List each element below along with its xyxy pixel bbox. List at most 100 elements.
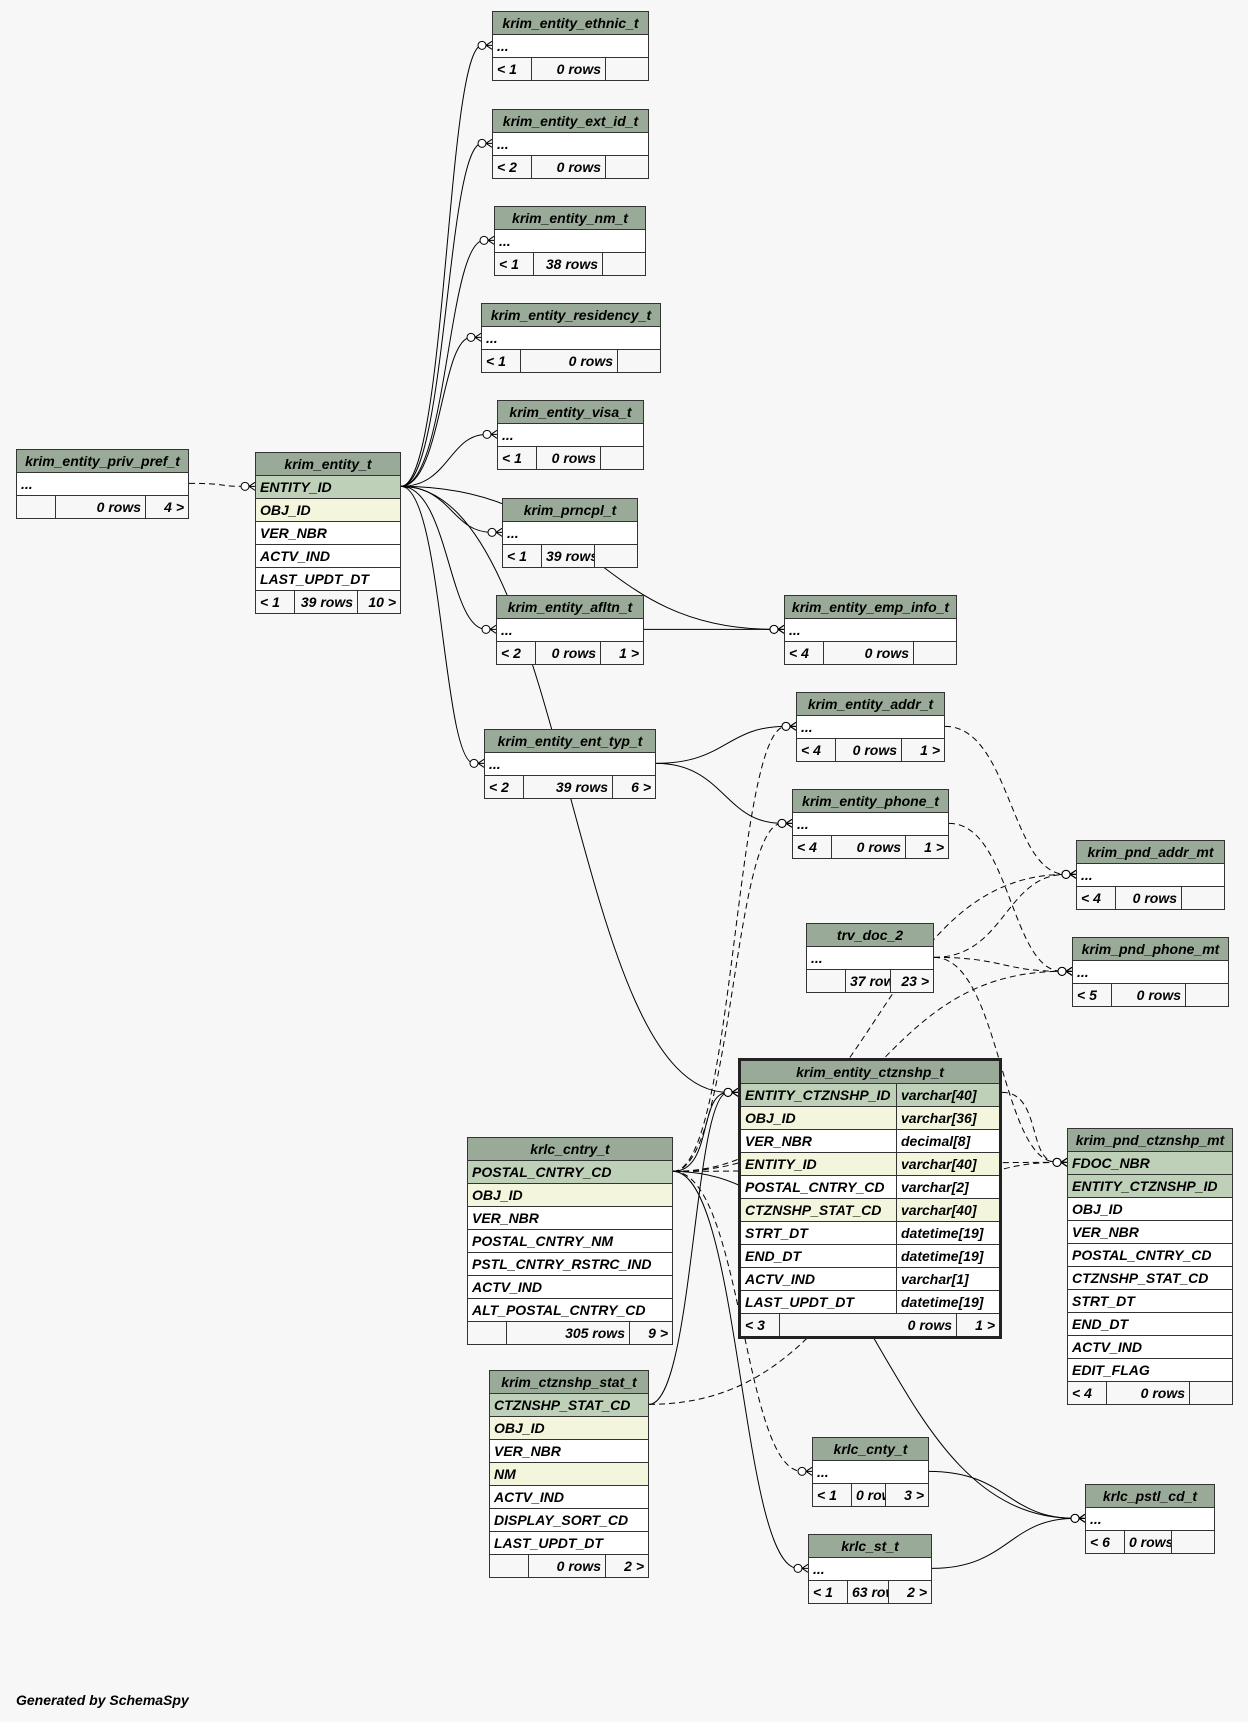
column-row[interactable]: ALT_POSTAL_CNTRY_CD [468, 1299, 672, 1322]
children-count[interactable] [606, 58, 648, 80]
children-count[interactable] [1182, 887, 1224, 909]
column-row[interactable]: ACTV_IND [490, 1486, 648, 1509]
column-row[interactable]: VER_NBR [256, 522, 400, 545]
parents-count[interactable]: < 3 [741, 1314, 780, 1336]
row-count[interactable]: 0 rows [832, 836, 906, 858]
column-row[interactable]: POSTAL_CNTRY_CD [1068, 1244, 1232, 1267]
table-krlc-cntry-t[interactable]: krlc_cntry_t POSTAL_CNTRY_CD OBJ_ID VER_NBR… [467, 1137, 673, 1345]
column-row[interactable]: CTZNSHP_STAT_CD varchar[40] [741, 1199, 999, 1222]
table-name[interactable]: krlc_pstl_cd_t [1086, 1485, 1214, 1508]
parents-count[interactable]: < 4 [797, 739, 836, 761]
children-count[interactable] [618, 350, 660, 372]
table-krim-entity-t[interactable]: krim_entity_t ENTITY_ID OBJ_ID VER_NBR ACTV_… [255, 452, 401, 614]
table-krim-entity-phone-t[interactable]: krim_entity_phone_t... < 40 rows 1 > [792, 789, 949, 859]
table-krim-entity-residency-t[interactable]: krim_entity_residency_t... < 10 rows [481, 303, 661, 373]
table-krlc-cnty-t[interactable]: krlc_cnty_t... < 10 rows3 > [812, 1437, 929, 1507]
children-count[interactable]: 10 > [358, 591, 400, 613]
table-name[interactable]: krim_pnd_phone_mt [1073, 938, 1228, 961]
column-row[interactable]: ACTV_IND [1068, 1336, 1232, 1359]
column-row[interactable]: CTZNSHP_STAT_CD [490, 1394, 648, 1417]
column-row[interactable]: ... [485, 753, 655, 776]
children-count[interactable]: 6 > [613, 776, 655, 798]
parents-count[interactable]: < 4 [1068, 1382, 1107, 1404]
table-name[interactable]: trv_doc_2 [807, 924, 933, 947]
parents-count[interactable]: < 2 [497, 642, 536, 664]
row-count[interactable]: 0 rows [824, 642, 914, 664]
column-row[interactable]: ... [503, 522, 637, 545]
table-krim-entity-emp-info-t[interactable]: krim_entity_emp_info_t... < 40 rows [784, 595, 957, 665]
column-row[interactable]: ... [809, 1558, 931, 1581]
parents-count[interactable] [17, 496, 56, 518]
table-krim-entity-ext-id-t[interactable]: krim_entity_ext_id_t... < 20 rows [492, 109, 649, 179]
children-count[interactable]: 1 > [902, 739, 944, 761]
parents-count[interactable]: < 1 [256, 591, 295, 613]
column-row[interactable]: ... [813, 1461, 928, 1484]
column-row[interactable]: ... [1086, 1508, 1214, 1531]
table-name[interactable]: krlc_cntry_t [468, 1138, 672, 1161]
parents-count[interactable]: < 1 [493, 58, 532, 80]
table-name[interactable]: krim_entity_emp_info_t [785, 596, 956, 619]
column-row[interactable]: DISPLAY_SORT_CD [490, 1509, 648, 1532]
parents-count[interactable]: < 6 [1086, 1531, 1125, 1553]
column-row[interactable]: END_DT datetime[19] [741, 1245, 999, 1268]
row-count[interactable]: 39 rows [524, 776, 613, 798]
column-row[interactable]: FDOC_NBR [1068, 1152, 1232, 1175]
table-krim-ctznshp-stat-t[interactable]: krim_ctznshp_stat_t CTZNSHP_STAT_CD OBJ_ID… [489, 1370, 649, 1578]
row-count[interactable]: 0 rows [536, 642, 601, 664]
column-row[interactable]: STRT_DT [1068, 1290, 1232, 1313]
row-count[interactable]: 0 rows [532, 156, 606, 178]
row-count[interactable]: 0 rows [56, 496, 146, 518]
column-row[interactable]: LAST_UPDT_DT [490, 1532, 648, 1555]
column-row[interactable]: ENTITY_CTZNSHP_ID [1068, 1175, 1232, 1198]
column-row[interactable]: LAST_UPDT_DT [256, 568, 400, 591]
table-name[interactable]: krim_entity_nm_t [495, 207, 645, 230]
row-count[interactable]: 305 rows [507, 1322, 630, 1344]
table-krim-entity-ethnic-t[interactable]: krim_entity_ethnic_t... < 10 rows [492, 11, 649, 81]
table-name[interactable]: krim_entity_ctznshp_t [741, 1061, 999, 1084]
column-row[interactable]: ... [793, 813, 948, 836]
column-row[interactable]: ... [482, 327, 660, 350]
column-row[interactable]: ... [495, 230, 645, 253]
children-count[interactable]: 4 > [146, 496, 188, 518]
column-row[interactable]: POSTAL_CNTRY_CD [468, 1161, 672, 1184]
table-krim-pnd-addr-mt[interactable]: krim_pnd_addr_mt... < 40 rows [1076, 840, 1225, 910]
children-count[interactable]: 1 > [906, 836, 948, 858]
children-count[interactable] [595, 545, 637, 567]
column-row[interactable]: STRT_DT datetime[19] [741, 1222, 999, 1245]
column-row[interactable]: OBJ_ID [468, 1184, 672, 1207]
children-count[interactable] [914, 642, 956, 664]
column-row[interactable]: ACTV_IND [468, 1276, 672, 1299]
row-count[interactable]: 0 rows [1107, 1382, 1190, 1404]
column-row[interactable]: ... [17, 473, 188, 496]
children-count[interactable] [606, 156, 648, 178]
children-count[interactable]: 23 > [891, 970, 933, 992]
column-row[interactable]: OBJ_ID [490, 1417, 648, 1440]
column-row[interactable]: POSTAL_CNTRY_CD varchar[2] [741, 1176, 999, 1199]
table-krim-entity-ent-typ-t[interactable]: krim_entity_ent_typ_t... < 2 39 rows 6 > [484, 729, 656, 799]
row-count[interactable]: 37 rows [846, 970, 891, 992]
children-count[interactable]: 9 > [630, 1322, 672, 1344]
column-row[interactable]: LAST_UPDT_DT datetime[19] [741, 1291, 999, 1314]
table-name[interactable]: krim_pnd_addr_mt [1077, 841, 1224, 864]
column-row[interactable]: ... [1073, 961, 1228, 984]
row-count[interactable]: 0 rows [532, 58, 606, 80]
column-row[interactable]: VER_NBR [490, 1440, 648, 1463]
row-count[interactable]: 39 rows [295, 591, 358, 613]
children-count[interactable]: 2 > [606, 1555, 648, 1577]
children-count[interactable]: 3 > [886, 1484, 928, 1506]
column-row[interactable]: ... [493, 35, 648, 58]
children-count[interactable] [1186, 984, 1228, 1006]
row-count[interactable]: 0 rows [1125, 1531, 1172, 1553]
column-row[interactable]: ... [807, 947, 933, 970]
children-count[interactable]: 2 > [889, 1581, 931, 1603]
row-count[interactable]: 38 rows [534, 253, 603, 275]
table-name[interactable]: krim_pnd_ctznshp_mt [1068, 1129, 1232, 1152]
table-krim-pnd-phone-mt[interactable]: krim_pnd_phone_mt... < 50 rows [1072, 937, 1229, 1007]
parents-count[interactable]: < 1 [482, 350, 521, 372]
column-row[interactable]: ACTV_IND [256, 545, 400, 568]
table-name[interactable]: krim_entity_t [256, 453, 400, 476]
table-name[interactable]: krim_entity_addr_t [797, 693, 944, 716]
row-count[interactable]: 63 rows [848, 1581, 889, 1603]
table-name[interactable]: krim_entity_priv_pref_t [17, 450, 188, 473]
parents-count[interactable]: < 2 [493, 156, 532, 178]
